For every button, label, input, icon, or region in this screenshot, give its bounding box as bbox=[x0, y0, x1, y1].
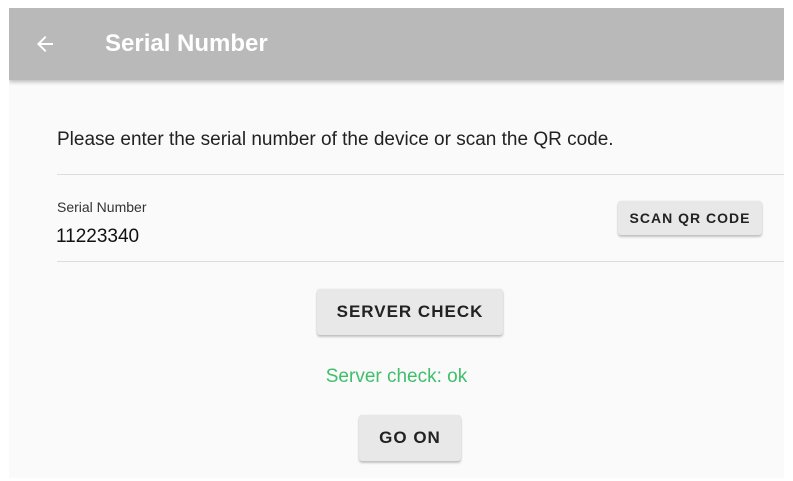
instruction-text: Please enter the serial number of the de… bbox=[57, 129, 614, 150]
divider-bottom bbox=[57, 261, 784, 262]
page-title: Serial Number bbox=[105, 30, 268, 57]
server-check-button[interactable]: SERVER CHECK bbox=[317, 289, 503, 335]
go-on-button[interactable]: GO ON bbox=[359, 415, 461, 461]
server-status-text: Server check: ok bbox=[325, 366, 468, 387]
divider-top bbox=[57, 174, 784, 175]
back-button[interactable] bbox=[27, 26, 63, 62]
arrow-left-icon bbox=[37, 36, 53, 52]
scan-qr-code-button[interactable]: SCAN QR CODE bbox=[618, 201, 762, 235]
serial-number-input[interactable] bbox=[56, 224, 356, 250]
app-bar: Serial Number bbox=[9, 8, 784, 80]
serial-number-label: Serial Number bbox=[57, 199, 147, 215]
serial-number-screen: Serial Number Please enter the serial nu… bbox=[9, 8, 784, 478]
